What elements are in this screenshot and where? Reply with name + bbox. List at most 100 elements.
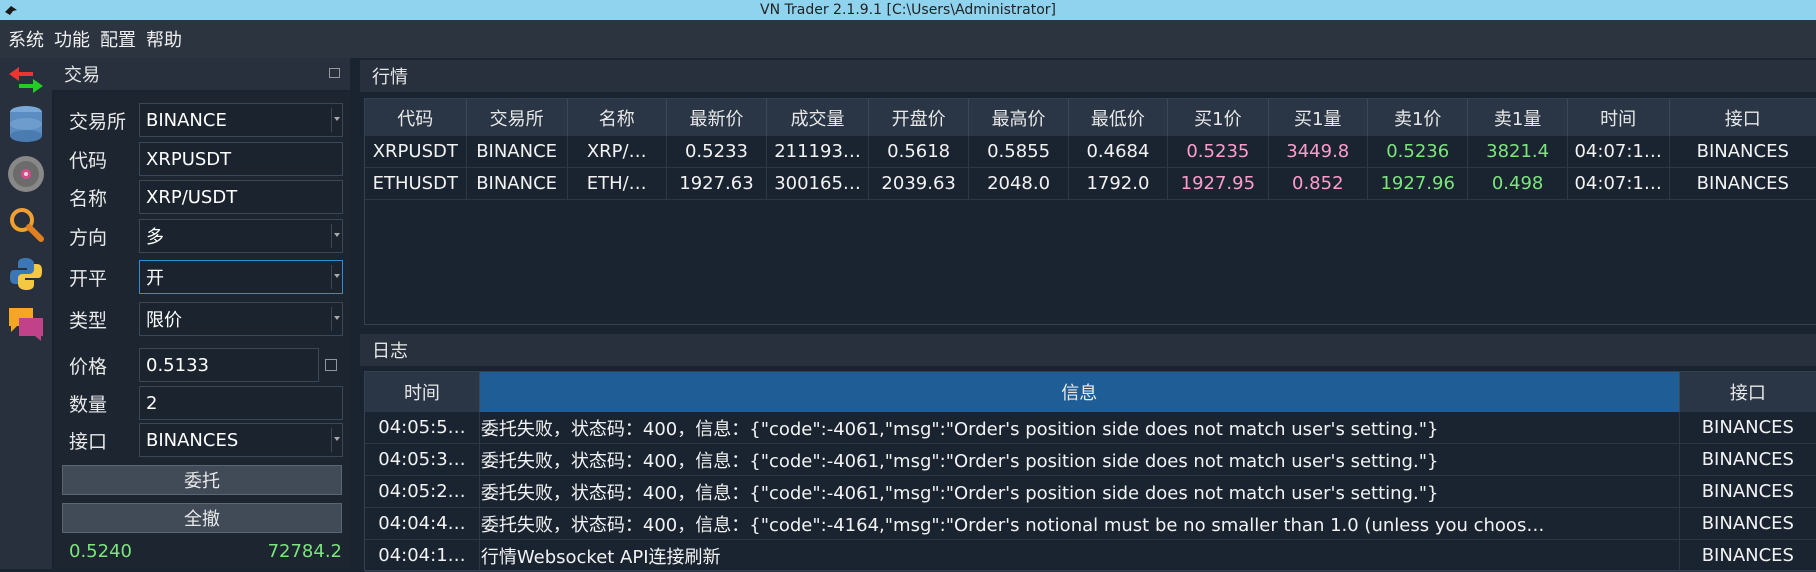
gateway-combo[interactable]: BINANCES bbox=[139, 423, 343, 457]
log-cell: 04:05:2… bbox=[365, 475, 480, 508]
log-row[interactable]: 04:05:2… 委托失败，状态码：400，信息：{"code":-4061,"m… bbox=[365, 475, 1816, 508]
volume-input[interactable]: 2 bbox=[139, 386, 343, 420]
menu-system[interactable]: 系统 bbox=[8, 26, 44, 52]
left-toolbar bbox=[0, 58, 52, 569]
market-cell: 04:07:1… bbox=[1567, 136, 1670, 168]
log-cell: 04:04:4… bbox=[365, 507, 480, 540]
market-cell: 0.498 bbox=[1467, 167, 1568, 200]
log-row[interactable]: 04:05:3… 委托失败，状态码：400，信息：{"code":-4061,"m… bbox=[365, 443, 1816, 476]
log-cell: 委托失败，状态码：400，信息：{"code":-4061,"msg":"Ord… bbox=[479, 475, 1680, 508]
market-cell: 2048.0 bbox=[968, 167, 1069, 200]
market-column-header[interactable]: 名称 bbox=[567, 99, 667, 136]
chat-icon bbox=[9, 308, 43, 341]
log-cell: 行情Websocket API连接刷新 bbox=[479, 539, 1680, 572]
type-value: 限价 bbox=[146, 310, 182, 331]
direction-value: 多 bbox=[146, 227, 164, 248]
market-cell: XRP/… bbox=[567, 136, 667, 168]
market-cell: 3821.4 bbox=[1467, 136, 1568, 168]
footer-value: 72784.2 bbox=[267, 541, 342, 562]
toolbar-button-script[interactable] bbox=[6, 254, 46, 294]
menu-config[interactable]: 配置 bbox=[100, 26, 136, 52]
log-cell: 委托失败，状态码：400，信息：{"code":-4061,"msg":"Ord… bbox=[479, 412, 1680, 444]
name-field[interactable]: XRP/USDT bbox=[139, 180, 343, 214]
log-cell: 04:05:5… bbox=[365, 412, 480, 444]
toolbar-button-data[interactable] bbox=[6, 104, 46, 144]
market-cell: 0.5233 bbox=[666, 136, 768, 168]
market-column-header[interactable]: 成交量 bbox=[766, 99, 869, 136]
float-dock-icon[interactable] bbox=[329, 68, 340, 78]
market-table[interactable]: 代码 交易所 名称 最新价 成交量 开盘价 最高价 最低价 买1价 买1量 卖1价 卖1量 时间 接口 X… bbox=[364, 98, 1816, 325]
market-column-header[interactable]: 交易所 bbox=[466, 99, 568, 136]
app-logo-icon bbox=[5, 6, 17, 15]
market-row[interactable]: ETHUSDT BINANCE ETH/… 1927.63 300165… 2039.63… bbox=[365, 167, 1816, 200]
offset-value: 开 bbox=[146, 268, 164, 289]
log-dock-title-text: 日志 bbox=[372, 341, 408, 362]
volume-value: 2 bbox=[146, 392, 158, 414]
market-column-header[interactable]: 卖1量 bbox=[1467, 99, 1568, 136]
cancel-all-button[interactable]: 全撤 bbox=[62, 503, 342, 533]
direction-combo[interactable]: 多 bbox=[139, 219, 343, 253]
market-cell: 0.5236 bbox=[1367, 136, 1469, 168]
toolbar-button-search[interactable] bbox=[6, 204, 46, 244]
market-column-header[interactable]: 最低价 bbox=[1068, 99, 1169, 136]
market-column-header[interactable]: 买1价 bbox=[1167, 99, 1269, 136]
log-table[interactable]: 时间 信息 接口 04:05:5… 委托失败，状态码：400，信息：{"code":-… bbox=[364, 371, 1816, 572]
log-cell: BINANCES bbox=[1679, 412, 1816, 444]
market-cell: 1792.0 bbox=[1068, 167, 1169, 200]
symbol-input[interactable]: XRPUSDT bbox=[139, 142, 343, 176]
log-cell: BINANCES bbox=[1679, 539, 1816, 572]
market-cell: 0.5855 bbox=[968, 136, 1069, 168]
log-column-header[interactable]: 信息 bbox=[479, 372, 1680, 412]
log-column-header[interactable]: 时间 bbox=[365, 372, 480, 412]
market-column-header[interactable]: 代码 bbox=[365, 99, 467, 136]
magnifier-icon bbox=[10, 208, 44, 242]
market-column-header[interactable]: 开盘价 bbox=[868, 99, 970, 136]
market-row[interactable]: XRPUSDT BINANCE XRP/… 0.5233 211193… 0.5618 0.… bbox=[365, 136, 1816, 168]
gateway-label: 接口 bbox=[69, 430, 108, 453]
log-cell: 委托失败，状态码：400，信息：{"code":-4061,"msg":"Ord… bbox=[479, 443, 1680, 476]
gateway-value: BINANCES bbox=[146, 429, 239, 451]
log-cell: 04:05:3… bbox=[365, 443, 480, 476]
price-input[interactable]: 0.5133 bbox=[139, 348, 319, 382]
price-value: 0.5133 bbox=[146, 354, 209, 376]
market-cell: 2039.63 bbox=[868, 167, 970, 200]
log-cell: 委托失败，状态码：400，信息：{"code":-4164,"msg":"Ord… bbox=[479, 507, 1680, 540]
offset-combo[interactable]: 开 bbox=[139, 260, 343, 294]
market-column-header[interactable]: 接口 bbox=[1669, 99, 1816, 136]
exchange-combo[interactable]: BINANCE bbox=[139, 103, 343, 137]
exchange-value: BINANCE bbox=[146, 109, 227, 131]
log-dock-title: 日志 bbox=[360, 334, 1816, 366]
market-column-header[interactable]: 时间 bbox=[1567, 99, 1670, 136]
log-row[interactable]: 04:04:1… 行情Websocket API连接刷新 BINANCES bbox=[365, 539, 1816, 572]
type-label: 类型 bbox=[69, 309, 108, 332]
log-cell: BINANCES bbox=[1679, 475, 1816, 508]
market-cell: 1927.63 bbox=[666, 167, 768, 200]
menu-help[interactable]: 帮助 bbox=[146, 26, 182, 52]
market-cell: 0.5235 bbox=[1167, 136, 1269, 168]
market-column-header[interactable]: 最新价 bbox=[666, 99, 768, 136]
name-value: XRP/USDT bbox=[146, 186, 238, 208]
market-cell: 300165… bbox=[766, 167, 869, 200]
price-checkbox[interactable] bbox=[325, 359, 337, 371]
send-order-button[interactable]: 委托 bbox=[62, 465, 342, 495]
market-cell: 04:07:1… bbox=[1567, 167, 1670, 200]
database-icon bbox=[10, 106, 42, 142]
market-cell: BINANCE bbox=[466, 136, 568, 168]
market-cell: BINANCES bbox=[1669, 167, 1816, 200]
toolbar-button-chat[interactable] bbox=[6, 304, 46, 344]
toolbar-button-trade[interactable] bbox=[6, 60, 46, 100]
log-cell: BINANCES bbox=[1679, 507, 1816, 540]
log-column-header[interactable]: 接口 bbox=[1679, 372, 1816, 412]
symbol-value: XRPUSDT bbox=[146, 148, 232, 170]
chevron-down-icon bbox=[334, 117, 340, 121]
toolbar-button-record[interactable] bbox=[6, 154, 46, 194]
type-combo[interactable]: 限价 bbox=[139, 302, 343, 336]
name-label: 名称 bbox=[69, 187, 108, 210]
menu-function[interactable]: 功能 bbox=[54, 26, 90, 52]
market-dock-title: 行情 bbox=[360, 60, 1816, 92]
log-row[interactable]: 04:05:5… 委托失败，状态码：400，信息：{"code":-4061,"m… bbox=[365, 412, 1816, 444]
market-column-header[interactable]: 最高价 bbox=[968, 99, 1069, 136]
market-column-header[interactable]: 卖1价 bbox=[1367, 99, 1469, 136]
log-row[interactable]: 04:04:4… 委托失败，状态码：400，信息：{"code":-4164,"m… bbox=[365, 507, 1816, 540]
market-column-header[interactable]: 买1量 bbox=[1268, 99, 1368, 136]
